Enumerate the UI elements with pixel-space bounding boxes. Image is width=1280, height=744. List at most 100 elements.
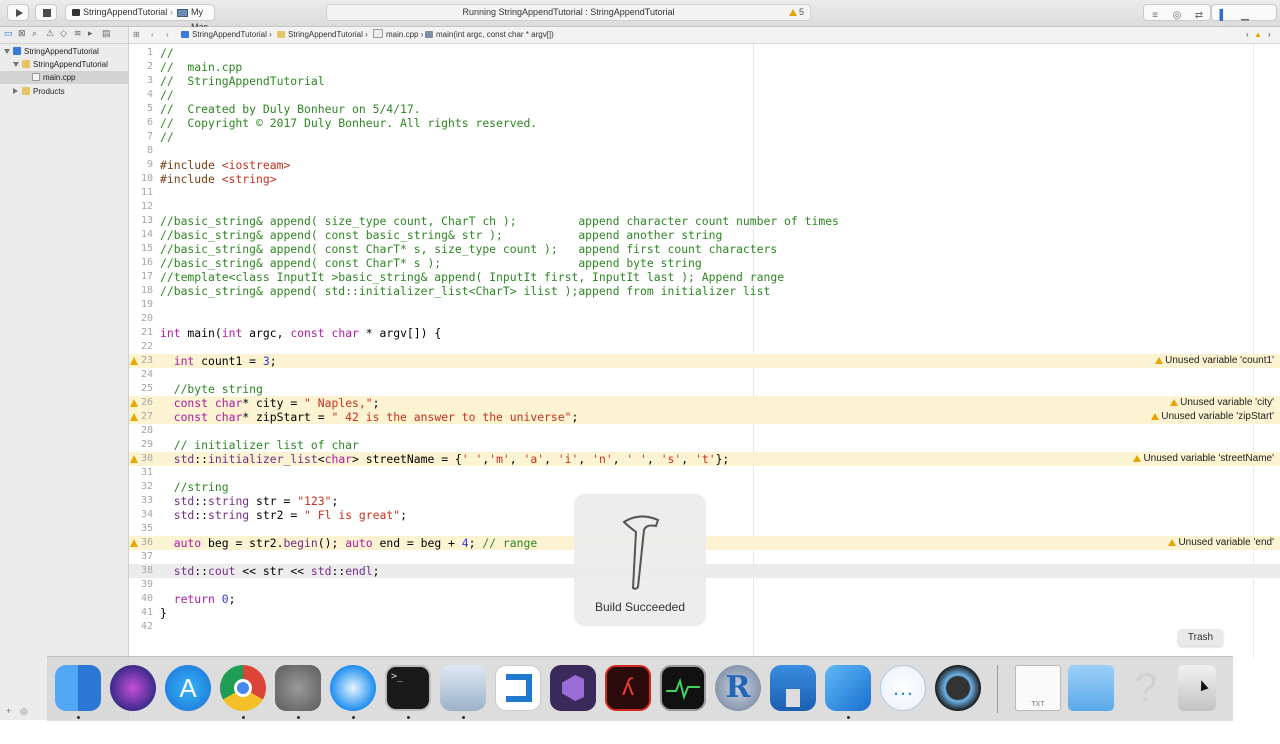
code-line[interactable]: 28: [129, 424, 1280, 438]
code-line[interactable]: 14 //basic_string& append( const basic_st…: [129, 228, 1280, 242]
debug-area-toggle-icon[interactable]: ▁: [1234, 8, 1256, 23]
finder-icon[interactable]: [55, 665, 101, 711]
warning-message[interactable]: Unused variable 'count1': [1152, 355, 1277, 367]
code-line[interactable]: 5 // Created by Duly Bonheur on 5/4/17.: [129, 102, 1280, 116]
code-line[interactable]: 8: [129, 144, 1280, 158]
back-icon[interactable]: ‹: [151, 27, 154, 43]
code-line[interactable]: 2 // main.cpp: [129, 60, 1280, 74]
warning-message[interactable]: Unused variable 'end': [1165, 537, 1277, 549]
warning-message[interactable]: Unused variable 'city': [1167, 397, 1277, 409]
breakpoint-navigator-icon[interactable]: ▸: [88, 28, 93, 39]
warning-icon[interactable]: [130, 413, 138, 421]
quicktime-icon[interactable]: [935, 665, 981, 711]
nav-item-products[interactable]: Products: [0, 85, 128, 98]
code-line[interactable]: 11: [129, 186, 1280, 200]
terminal-icon[interactable]: >_: [385, 665, 431, 711]
code-line[interactable]: 19: [129, 298, 1280, 312]
forward-icon[interactable]: ›: [166, 27, 169, 43]
issue-navigator-icon[interactable]: ⚠: [46, 28, 54, 39]
chrome-icon[interactable]: [220, 665, 266, 711]
messages-icon[interactable]: …: [880, 665, 926, 711]
breadcrumb-group[interactable]: StringAppendTutorial ›: [277, 27, 368, 43]
xcode-icon[interactable]: [825, 665, 871, 711]
visual-studio-icon[interactable]: [550, 665, 596, 711]
breadcrumb-function[interactable]: main(int argc, const char * argv[]): [425, 27, 554, 43]
code-line[interactable]: 18 //basic_string& append( std::initializ…: [129, 284, 1280, 298]
keynote-icon[interactable]: [770, 665, 816, 711]
warning-indicator[interactable]: 5: [788, 5, 804, 20]
activity-monitor-icon[interactable]: [660, 665, 706, 711]
find-navigator-icon[interactable]: ⌕: [32, 28, 37, 39]
standard-editor-icon[interactable]: ≡: [1144, 8, 1166, 23]
system-preferences-icon[interactable]: [275, 665, 321, 711]
r-icon[interactable]: R: [715, 665, 761, 711]
add-icon[interactable]: +: [6, 706, 11, 716]
warning-message[interactable]: Unused variable 'zipStart': [1148, 411, 1277, 423]
assistant-editor-icon[interactable]: ◎: [1166, 8, 1188, 23]
code-line[interactable]: 21 int main(int argc, const char * argv[]…: [129, 326, 1280, 340]
code-line[interactable]: 26 const char* city = " Naples,"; Unused …: [129, 396, 1280, 410]
vscode-icon[interactable]: [495, 665, 541, 711]
code-line[interactable]: 20: [129, 312, 1280, 326]
next-issue-icon[interactable]: ›: [1268, 27, 1271, 43]
code-line[interactable]: 4 //: [129, 88, 1280, 102]
code-line[interactable]: 6 // Copyright © 2017 Duly Bonheur. All r…: [129, 116, 1280, 130]
disclosure-open-icon[interactable]: [13, 62, 19, 67]
help-icon[interactable]: ?: [1123, 665, 1169, 711]
scheme-selector[interactable]: StringAppendTutorial › My Mac: [65, 4, 215, 32]
code-line[interactable]: 23 int count1 = 3; Unused variable 'count…: [129, 354, 1280, 368]
txt-document-icon[interactable]: TXT: [1015, 665, 1061, 711]
breadcrumb-file[interactable]: main.cpp ›: [373, 27, 423, 43]
code-line[interactable]: 22: [129, 340, 1280, 354]
trash-icon[interactable]: [1178, 665, 1216, 711]
nav-item-project[interactable]: StringAppendTutorial: [0, 45, 128, 58]
warning-message[interactable]: Unused variable 'streetName': [1130, 453, 1277, 465]
warning-issue-icon[interactable]: ▲: [1254, 27, 1262, 43]
code-line[interactable]: 25 //byte string: [129, 382, 1280, 396]
preview-icon[interactable]: [440, 665, 486, 711]
disclosure-closed-icon[interactable]: [13, 88, 18, 94]
code-line[interactable]: 29 // initializer list of char: [129, 438, 1280, 452]
nav-item-group[interactable]: StringAppendTutorial: [0, 58, 128, 71]
folder-icon[interactable]: [1068, 665, 1114, 711]
safari-icon[interactable]: [330, 665, 376, 711]
code-line[interactable]: 30 std::initializer_list<char> streetNam…: [129, 452, 1280, 466]
code-line[interactable]: 1 //: [129, 46, 1280, 60]
code-line[interactable]: 13 //basic_string& append( size_type coun…: [129, 214, 1280, 228]
code-line[interactable]: 15 //basic_string& append( const CharT* s…: [129, 242, 1280, 256]
breadcrumb-project[interactable]: StringAppendTutorial ›: [181, 27, 272, 43]
code-line[interactable]: 17 //template<class InputIt >basic_string…: [129, 270, 1280, 284]
code-line[interactable]: 24: [129, 368, 1280, 382]
code-line[interactable]: 7 //: [129, 130, 1280, 144]
disclosure-open-icon[interactable]: [4, 49, 10, 54]
stop-button[interactable]: [35, 4, 57, 21]
project-navigator-icon[interactable]: ▭: [4, 28, 13, 39]
code-line[interactable]: 42: [129, 620, 1280, 634]
report-navigator-icon[interactable]: ▤: [102, 28, 111, 39]
previous-issue-icon[interactable]: ‹: [1246, 27, 1249, 43]
code-line[interactable]: 9 #include <iostream>: [129, 158, 1280, 172]
filter-icon[interactable]: ◎: [20, 706, 28, 717]
app-store-icon[interactable]: A: [165, 665, 211, 711]
warning-icon[interactable]: [130, 539, 138, 547]
siri-icon[interactable]: [110, 665, 156, 711]
code-line[interactable]: 32 //string: [129, 480, 1280, 494]
code-line[interactable]: 31: [129, 466, 1280, 480]
acrobat-icon[interactable]: ʎ: [605, 665, 651, 711]
code-line[interactable]: 27 const char* zipStart = " 42 is the an…: [129, 410, 1280, 424]
version-editor-icon[interactable]: ⇄: [1188, 8, 1210, 23]
warning-icon[interactable]: [130, 455, 138, 463]
related-items-icon[interactable]: ⊞: [133, 27, 140, 43]
run-button[interactable]: [7, 4, 29, 21]
warning-icon[interactable]: [130, 399, 138, 407]
symbol-navigator-icon[interactable]: ⊠: [18, 28, 26, 39]
code-line[interactable]: 10 #include <string>: [129, 172, 1280, 186]
test-navigator-icon[interactable]: ◇: [60, 28, 67, 39]
code-line[interactable]: 12: [129, 200, 1280, 214]
nav-item-main-cpp[interactable]: main.cpp: [0, 71, 128, 84]
code-line[interactable]: 16 //basic_string& append( const CharT* s…: [129, 256, 1280, 270]
warning-icon[interactable]: [130, 357, 138, 365]
code-line[interactable]: 3 // StringAppendTutorial: [129, 74, 1280, 88]
navigator-toggle-icon[interactable]: ▌: [1212, 8, 1234, 23]
debug-navigator-icon[interactable]: ≋: [74, 28, 82, 39]
